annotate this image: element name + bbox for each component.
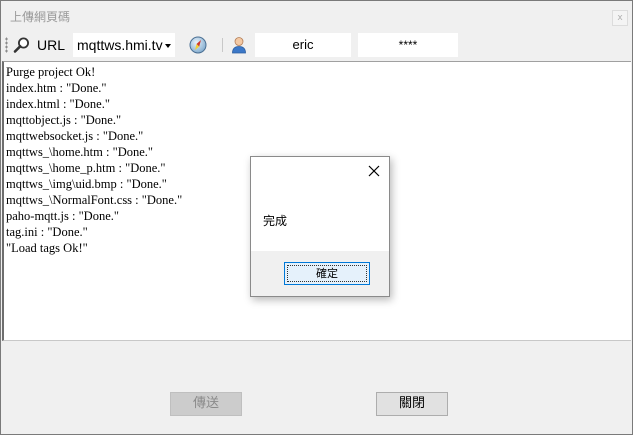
password-field[interactable]: **** bbox=[358, 33, 458, 57]
title-bar: 上傳網頁碼 x bbox=[1, 1, 632, 31]
toolbar: URL mqttws.hmi.tv eric **** bbox=[1, 31, 632, 59]
url-label: URL bbox=[37, 37, 66, 53]
toolbar-grip[interactable] bbox=[5, 37, 8, 53]
focus-ring bbox=[287, 265, 367, 282]
magnifier-icon[interactable] bbox=[13, 36, 31, 54]
upload-window: 上傳網頁碼 x URL mqttws.hmi.tv eric **** Purg… bbox=[0, 0, 633, 435]
chevron-down-icon[interactable] bbox=[165, 44, 171, 48]
compass-icon[interactable] bbox=[189, 36, 207, 54]
dialog-message: 完成 bbox=[263, 214, 288, 228]
log-line: index.html : "Done." bbox=[6, 97, 110, 111]
message-dialog: 完成 確定 bbox=[250, 156, 390, 297]
log-line: mqttwebsocket.js : "Done." bbox=[6, 129, 144, 143]
window-title: 上傳網頁碼 bbox=[10, 10, 71, 24]
window-close-button[interactable]: x bbox=[612, 10, 628, 26]
log-line: index.htm : "Done." bbox=[6, 81, 107, 95]
dialog-footer: 確定 bbox=[251, 251, 389, 296]
close-icon[interactable] bbox=[367, 164, 381, 178]
log-line: Purge project Ok! bbox=[6, 65, 96, 79]
close-button[interactable]: 關閉 bbox=[376, 392, 448, 416]
toolbar-separator bbox=[222, 38, 223, 52]
user-icon bbox=[232, 37, 246, 54]
username-field[interactable]: eric bbox=[255, 33, 351, 57]
log-line: mqttobject.js : "Done." bbox=[6, 113, 122, 127]
ok-button[interactable]: 確定 bbox=[284, 262, 370, 285]
host-select-value: mqttws.hmi.tv bbox=[77, 37, 163, 53]
host-select[interactable]: mqttws.hmi.tv bbox=[73, 33, 175, 57]
send-button[interactable]: 傳送 bbox=[170, 392, 242, 416]
